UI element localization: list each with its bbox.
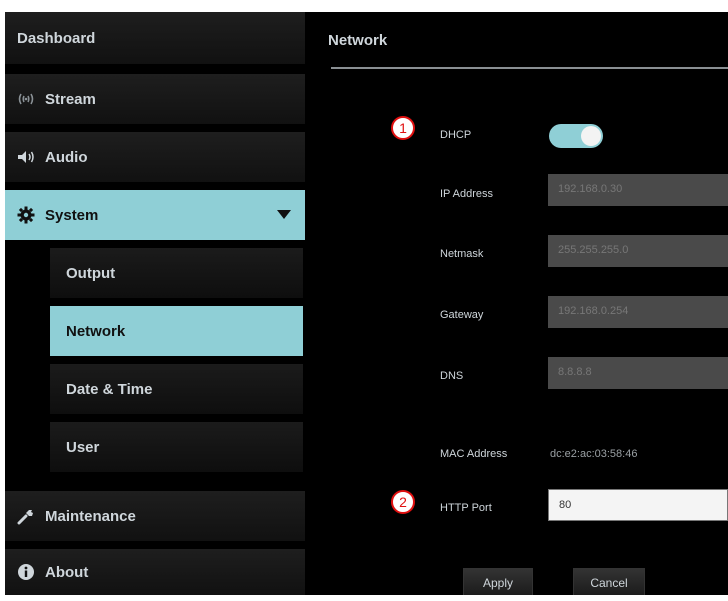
sidebar-subitem-output[interactable]: Output: [50, 248, 303, 298]
toggle-knob: [581, 126, 601, 146]
sidebar-subitem-label: Output: [66, 264, 116, 282]
dhcp-label: DHCP: [440, 129, 472, 141]
wrench-icon: [15, 507, 37, 525]
sidebar-item-about[interactable]: About: [5, 549, 305, 595]
gear-icon: [15, 206, 37, 224]
netmask-label: Netmask: [440, 248, 484, 260]
mac-address-label: MAC Address: [440, 448, 508, 460]
gateway-label: Gateway: [440, 309, 484, 321]
sidebar-item-system[interactable]: System: [5, 190, 305, 240]
sidebar-item-label: Dashboard: [17, 29, 96, 47]
stream-icon: [15, 93, 37, 105]
callout-marker-1: 1: [391, 116, 415, 140]
dns-field[interactable]: 8.8.8.8: [548, 357, 728, 389]
sidebar-item-label: System: [45, 206, 99, 224]
title-divider: [331, 67, 728, 69]
apply-button[interactable]: Apply: [463, 568, 533, 595]
sidebar-item-label: Audio: [45, 148, 88, 166]
sidebar-subitem-network[interactable]: Network: [50, 306, 303, 356]
http-port-label: HTTP Port: [440, 502, 492, 514]
sidebar-item-maintenance[interactable]: Maintenance: [5, 491, 305, 541]
http-port-field[interactable]: 80: [548, 489, 728, 521]
ip-address-label: IP Address: [440, 188, 493, 200]
sidebar-subitem-label: Network: [66, 322, 126, 340]
info-icon: [15, 563, 37, 581]
sidebar-subitem-label: Date & Time: [66, 380, 153, 398]
gateway-field[interactable]: 192.168.0.254: [548, 296, 728, 328]
dns-label: DNS: [440, 370, 464, 382]
chevron-down-icon: [277, 210, 291, 219]
netmask-field[interactable]: 255.255.255.0: [548, 235, 728, 267]
sidebar-item-dashboard[interactable]: Dashboard: [5, 12, 305, 64]
sidebar-item-stream[interactable]: Stream: [5, 74, 305, 124]
sidebar-item-label: About: [45, 563, 89, 581]
sidebar-item-label: Stream: [45, 90, 96, 108]
sidebar-subitem-label: User: [66, 438, 100, 456]
cancel-button[interactable]: Cancel: [573, 568, 645, 595]
ip-address-field[interactable]: 192.168.0.30: [548, 174, 728, 206]
app-frame: Dashboard Stream Audio System Output Net…: [5, 12, 728, 595]
callout-marker-2: 2: [391, 490, 415, 514]
page-title: Network: [328, 32, 388, 49]
speaker-icon: [15, 150, 37, 164]
mac-address-value: dc:e2:ac:03:58:46: [550, 448, 638, 460]
sidebar-item-label: Maintenance: [45, 507, 136, 525]
dhcp-toggle[interactable]: [549, 124, 603, 148]
sidebar-subitem-date-time[interactable]: Date & Time: [50, 364, 303, 414]
sidebar-item-audio[interactable]: Audio: [5, 132, 305, 182]
sidebar-subitem-user[interactable]: User: [50, 422, 303, 472]
